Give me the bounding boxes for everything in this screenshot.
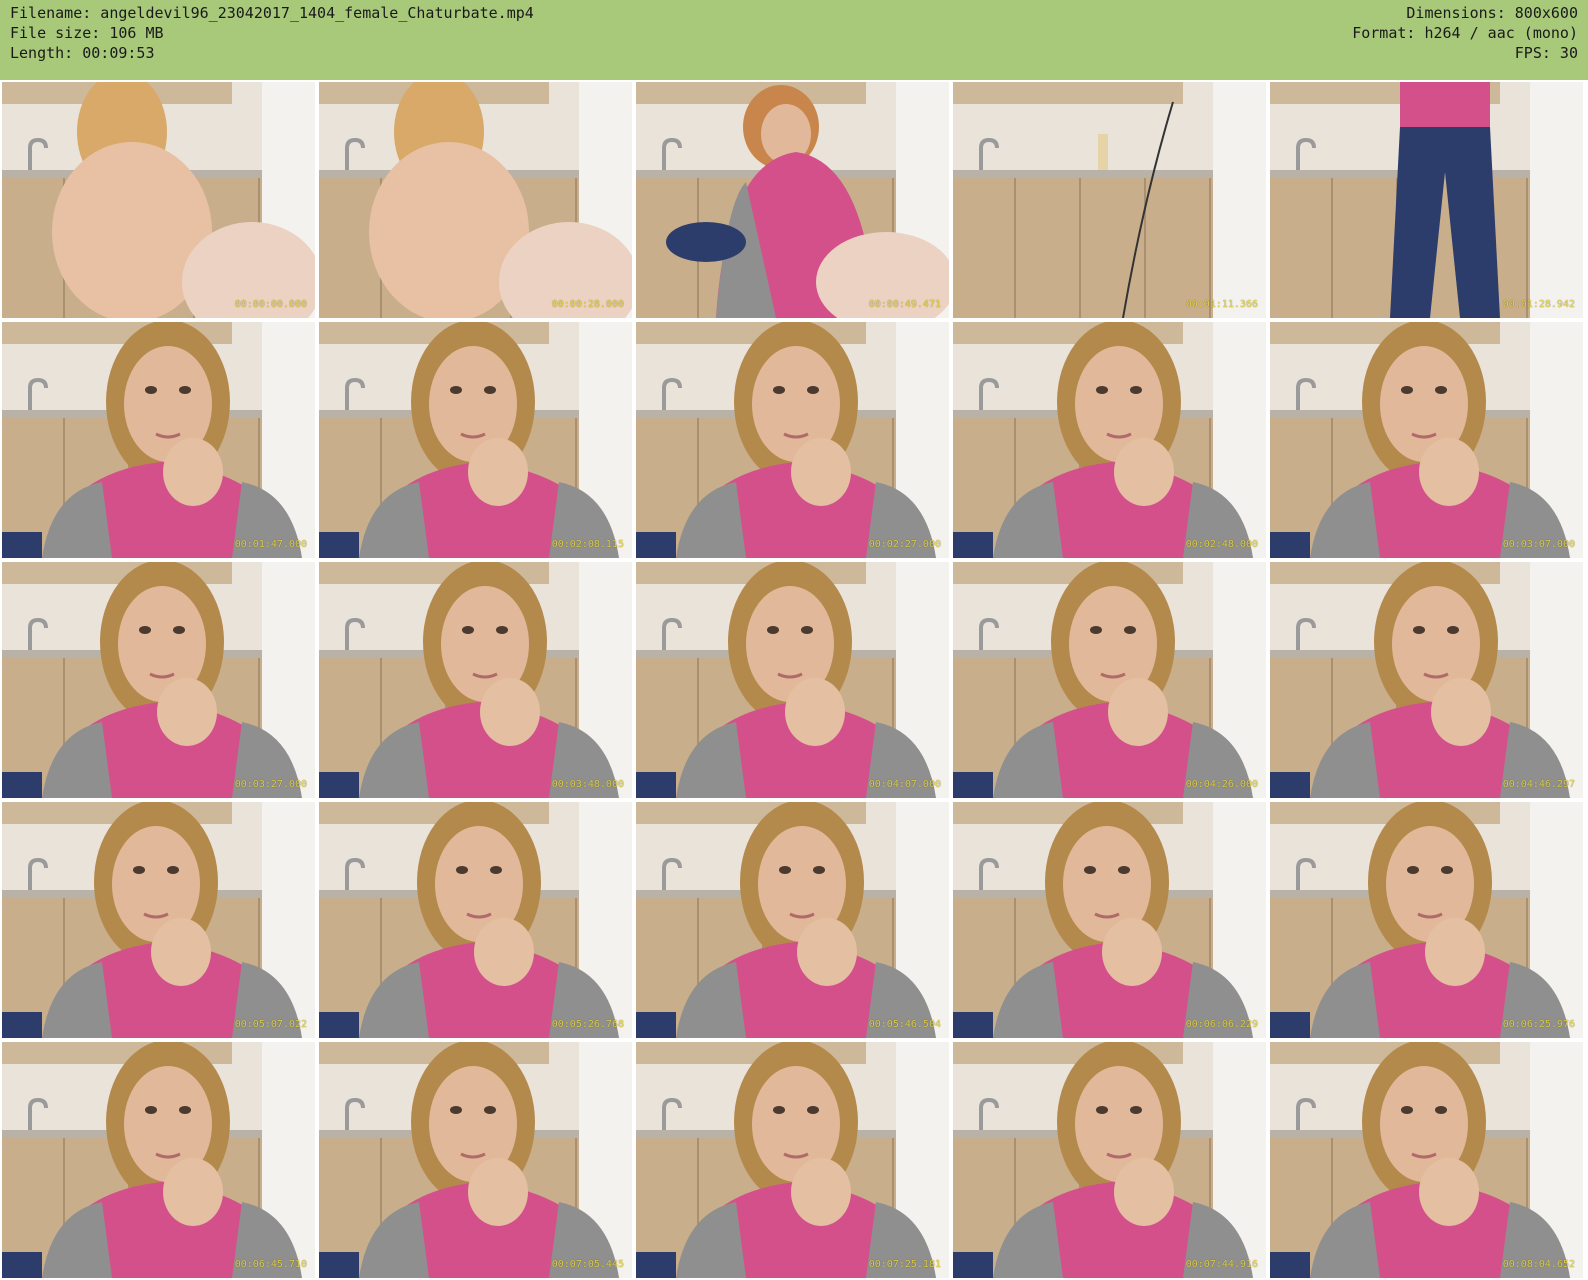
frame-timestamp: 00:03:27.000	[234, 779, 307, 790]
frame-image	[319, 322, 632, 558]
frame-image	[1270, 322, 1583, 558]
frame-image	[2, 802, 315, 1038]
video-thumbnail: 00:00:00.000	[2, 82, 315, 318]
dimensions-line: Dimensions: 800x600	[1406, 4, 1578, 22]
video-thumbnail: 00:02:27.000	[636, 322, 949, 558]
frame-timestamp: 00:02:27.000	[868, 539, 941, 550]
frame-timestamp: 00:06:06.229	[1185, 1019, 1258, 1030]
fps-line: FPS: 30	[1514, 44, 1578, 62]
video-thumbnail: 00:03:07.000	[1270, 322, 1583, 558]
frame-image	[319, 1042, 632, 1278]
video-thumbnail: 00:08:04.652	[1270, 1042, 1583, 1278]
video-thumbnail: 00:01:47.000	[2, 322, 315, 558]
frame-image	[953, 322, 1266, 558]
frame-image	[636, 1042, 949, 1278]
frame-timestamp: 00:02:08.115	[551, 539, 624, 550]
frame-timestamp: 00:04:07.000	[868, 779, 941, 790]
frame-timestamp: 00:03:48.000	[551, 779, 624, 790]
video-thumbnail: 00:07:44.916	[953, 1042, 1266, 1278]
video-thumbnail: 00:02:48.000	[953, 322, 1266, 558]
frame-timestamp: 00:06:45.710	[234, 1259, 307, 1270]
frame-image	[2, 322, 315, 558]
video-thumbnail: 00:04:46.297	[1270, 562, 1583, 798]
frame-timestamp: 00:01:11.366	[1185, 299, 1258, 310]
length-line: Length: 00:09:53	[10, 44, 155, 62]
video-thumbnail: 00:05:07.022	[2, 802, 315, 1038]
frame-image	[2, 82, 315, 318]
video-thumbnail: 00:07:05.445	[319, 1042, 632, 1278]
frame-timestamp: 00:07:44.916	[1185, 1259, 1258, 1270]
video-thumbnail: 00:04:07.000	[636, 562, 949, 798]
frame-image	[953, 1042, 1266, 1278]
frame-image	[953, 562, 1266, 798]
frame-timestamp: 00:04:46.297	[1502, 779, 1575, 790]
frame-timestamp: 00:05:46.504	[868, 1019, 941, 1030]
stream-info: Dimensions: 800x600 Format: h264 / aac (…	[1352, 3, 1578, 63]
frame-timestamp: 00:00:49.471	[868, 299, 941, 310]
frame-image	[1270, 802, 1583, 1038]
video-thumbnail: 00:01:11.366	[953, 82, 1266, 318]
frame-timestamp: 00:08:04.652	[1502, 1259, 1575, 1270]
frame-timestamp: 00:00:28.000	[551, 299, 624, 310]
frame-timestamp: 00:01:47.000	[234, 539, 307, 550]
video-thumbnail: 00:03:27.000	[2, 562, 315, 798]
video-thumbnail: 00:02:08.115	[319, 322, 632, 558]
video-thumbnail: 00:07:25.181	[636, 1042, 949, 1278]
frame-image	[636, 802, 949, 1038]
frame-timestamp: 00:00:00.000	[234, 299, 307, 310]
frame-timestamp: 00:03:07.000	[1502, 539, 1575, 550]
frame-image	[2, 562, 315, 798]
frame-image	[1270, 1042, 1583, 1278]
frame-image	[319, 562, 632, 798]
frame-timestamp: 00:02:48.000	[1185, 539, 1258, 550]
video-thumbnail: 00:00:49.471	[636, 82, 949, 318]
frame-image	[2, 1042, 315, 1278]
frame-timestamp: 00:01:28.942	[1502, 299, 1575, 310]
frame-image	[636, 322, 949, 558]
frame-image	[953, 802, 1266, 1038]
video-thumbnail: 00:06:06.229	[953, 802, 1266, 1038]
thumbnail-grid: 00:00:00.000 00:00:28.000 00:00:49.471 00:0…	[2, 82, 1586, 1278]
video-thumbnail: 00:06:25.976	[1270, 802, 1583, 1038]
frame-image	[636, 562, 949, 798]
frame-image	[319, 802, 632, 1038]
video-thumbnail: 00:05:26.768	[319, 802, 632, 1038]
frame-image	[1270, 562, 1583, 798]
frame-timestamp: 00:05:07.022	[234, 1019, 307, 1030]
frame-image	[636, 82, 949, 318]
frame-timestamp: 00:07:05.445	[551, 1259, 624, 1270]
video-thumbnail: 00:05:46.504	[636, 802, 949, 1038]
video-thumbnail: 00:00:28.000	[319, 82, 632, 318]
file-size-line: File size: 106 MB	[10, 24, 164, 42]
video-thumbnail: 00:03:48.000	[319, 562, 632, 798]
frame-image	[319, 82, 632, 318]
filename-line: Filename: angeldevil96_23042017_1404_fem…	[10, 4, 534, 22]
video-thumbnail: 00:04:26.000	[953, 562, 1266, 798]
file-info: Filename: angeldevil96_23042017_1404_fem…	[10, 3, 534, 63]
info-header: Filename: angeldevil96_23042017_1404_fem…	[0, 0, 1588, 80]
frame-timestamp: 00:06:25.976	[1502, 1019, 1575, 1030]
frame-timestamp: 00:07:25.181	[868, 1259, 941, 1270]
video-thumbnail: 00:01:28.942	[1270, 82, 1583, 318]
frame-image	[1270, 82, 1583, 318]
format-line: Format: h264 / aac (mono)	[1352, 24, 1578, 42]
frame-timestamp: 00:04:26.000	[1185, 779, 1258, 790]
frame-timestamp: 00:05:26.768	[551, 1019, 624, 1030]
video-thumbnail: 00:06:45.710	[2, 1042, 315, 1278]
frame-image	[953, 82, 1266, 318]
